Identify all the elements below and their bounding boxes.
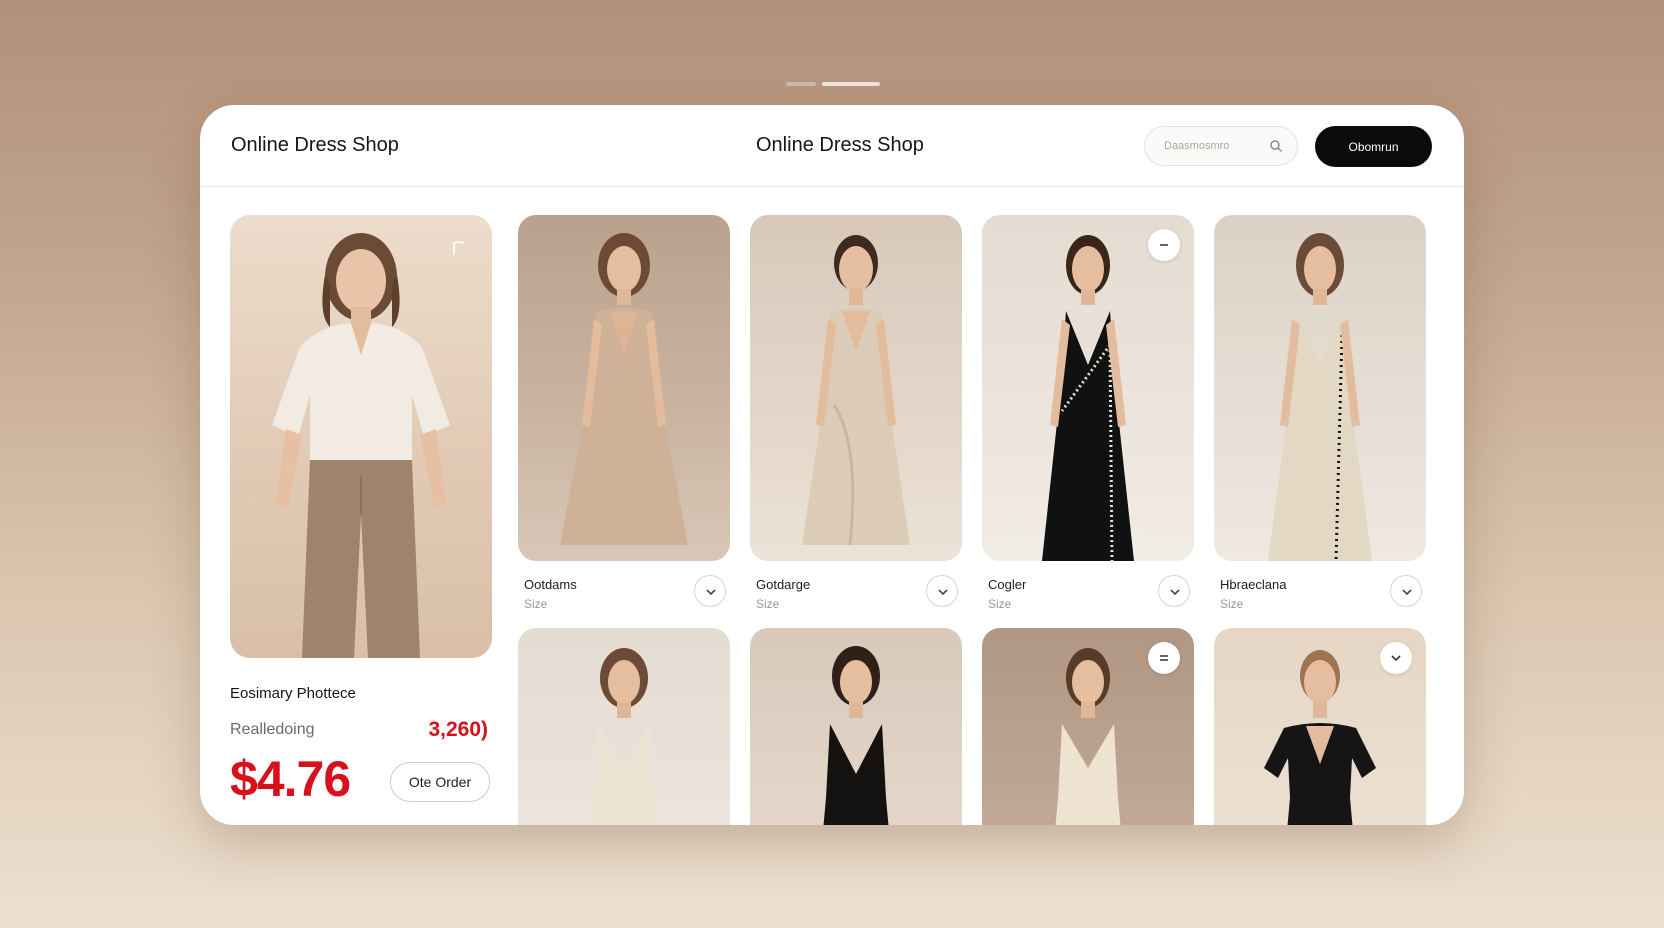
flag-icon[interactable]	[450, 239, 468, 257]
equals-icon	[1160, 655, 1168, 661]
product-name: Ootdams	[524, 577, 577, 592]
product-size: Size	[524, 597, 548, 611]
product-image[interactable]	[750, 628, 962, 825]
dress-image	[1268, 233, 1372, 561]
pager-dot[interactable]	[786, 82, 816, 86]
product-expand-button[interactable]	[1158, 575, 1190, 607]
remove-badge[interactable]	[1148, 229, 1180, 261]
scrollbar-segment[interactable]	[1447, 400, 1450, 416]
model-figure-image	[272, 233, 450, 658]
header: Online Dress Shop Online Dress Shop Daas…	[200, 105, 1464, 187]
shop-window: Online Dress Shop Online Dress Shop Daas…	[200, 105, 1464, 825]
dress-image	[560, 233, 688, 545]
order-button[interactable]: Ote Order	[390, 762, 490, 802]
header-cta-button[interactable]: Obomrun	[1315, 126, 1432, 167]
product-name: Cogler	[988, 577, 1027, 592]
expand-badge[interactable]	[1380, 642, 1412, 674]
chevron-down-icon	[1170, 589, 1180, 596]
product-expand-button[interactable]	[1390, 575, 1422, 607]
featured-product-title: Eosimary Phottece	[230, 685, 356, 702]
chevron-down-icon	[1402, 589, 1412, 596]
product-image[interactable]	[1214, 628, 1426, 825]
product-image[interactable]	[982, 215, 1194, 561]
chevron-down-icon	[706, 589, 716, 596]
search-icon[interactable]	[1269, 139, 1283, 153]
brand-logo-text[interactable]: Online Dress Shop	[231, 134, 399, 157]
scrollbar-thumb[interactable]	[1447, 442, 1450, 478]
scrollbar[interactable]	[1447, 400, 1451, 478]
pager-dot-active[interactable]	[822, 82, 880, 86]
dress-image	[802, 235, 910, 546]
chevron-down-icon	[938, 589, 948, 596]
product-name: Gotdarge	[756, 577, 811, 592]
page-title: Online Dress Shop	[756, 134, 924, 156]
menu-badge[interactable]	[1148, 642, 1180, 674]
product-size: Size	[756, 597, 780, 611]
product-size: Size	[1220, 597, 1244, 611]
product-expand-button[interactable]	[926, 575, 958, 607]
product-image[interactable]	[518, 628, 730, 825]
chevron-down-icon	[1391, 655, 1401, 662]
product-size: Size	[988, 597, 1012, 611]
dress-image	[1042, 235, 1134, 561]
product-image[interactable]	[518, 215, 730, 561]
dress-image	[823, 646, 889, 825]
product-name: Hbraeclana	[1220, 577, 1287, 592]
featured-product-price: $4.76	[230, 751, 351, 807]
minus-icon	[1160, 244, 1168, 246]
product-image[interactable]	[1214, 215, 1426, 561]
carousel-pager	[786, 82, 880, 86]
featured-product-count: 3,260)	[428, 718, 488, 741]
dress-image	[591, 648, 657, 825]
product-image[interactable]	[750, 215, 962, 561]
search-placeholder: Daasmosmro	[1164, 140, 1230, 152]
product-image[interactable]	[982, 628, 1194, 825]
product-expand-button[interactable]	[694, 575, 726, 607]
featured-product: Eosimary Phottece Realledoing 3,260) $4.…	[230, 215, 492, 825]
search-input[interactable]: Daasmosmro	[1144, 126, 1298, 166]
featured-product-subtitle: Realledoing	[230, 721, 315, 738]
featured-product-image[interactable]	[230, 215, 492, 658]
